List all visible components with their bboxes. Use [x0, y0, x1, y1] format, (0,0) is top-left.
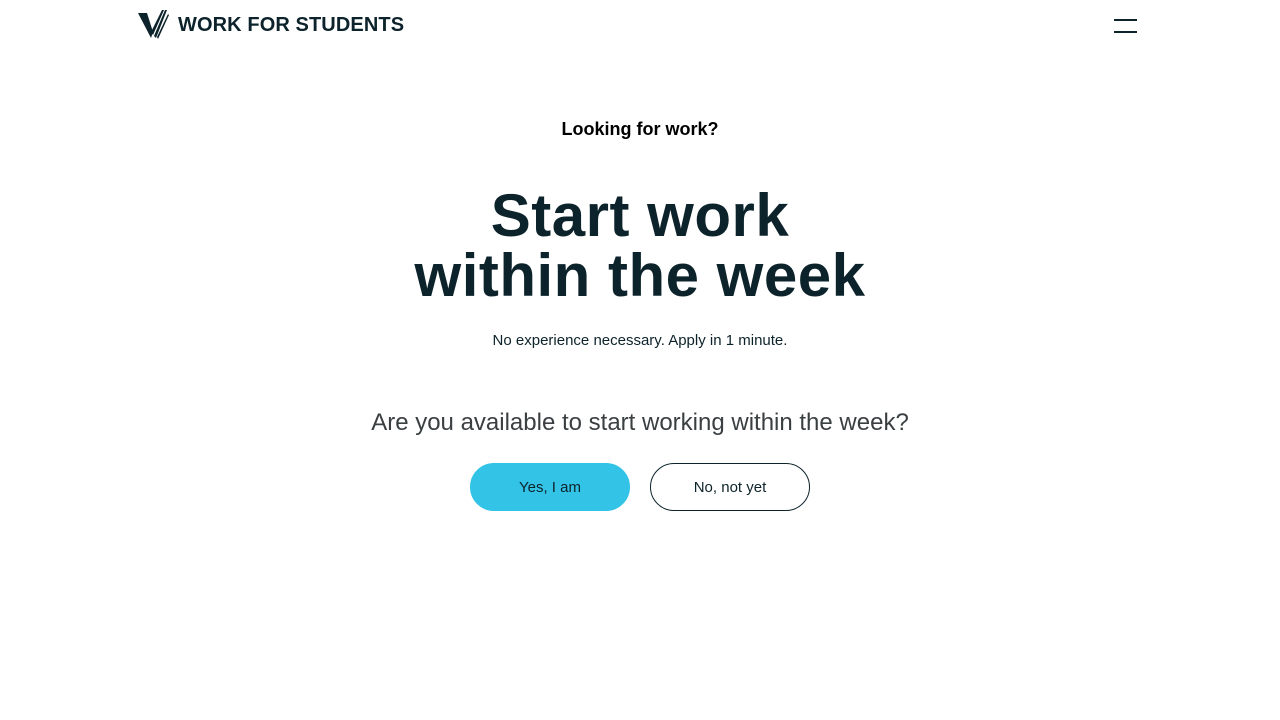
page-headline: Start work within the week	[0, 186, 1280, 306]
eyebrow-text: Looking for work?	[561, 119, 719, 139]
hamburger-menu-icon	[1114, 19, 1137, 33]
hero-subtext: No experience necessary. Apply in 1 minu…	[492, 332, 788, 349]
page: WORK FOR STUDENTS Looking for work? Star…	[0, 0, 1280, 720]
site-header: WORK FOR STUDENTS	[0, 0, 1280, 56]
yes-button[interactable]: Yes, I am	[470, 463, 630, 511]
headline-line-2: within the week	[414, 242, 866, 309]
answer-options: Yes, I am No, not yet	[470, 463, 810, 511]
menu-button[interactable]	[1112, 14, 1140, 38]
brand-name: WORK FOR STUDENTS	[178, 14, 405, 36]
brand-home-link[interactable]: WORK FOR STUDENTS	[138, 10, 404, 40]
wfs-logo-icon	[138, 10, 169, 39]
headline-line-1: Start work	[490, 182, 790, 249]
availability-question: Are you available to start working withi…	[371, 409, 909, 436]
no-button[interactable]: No, not yet	[650, 463, 810, 511]
